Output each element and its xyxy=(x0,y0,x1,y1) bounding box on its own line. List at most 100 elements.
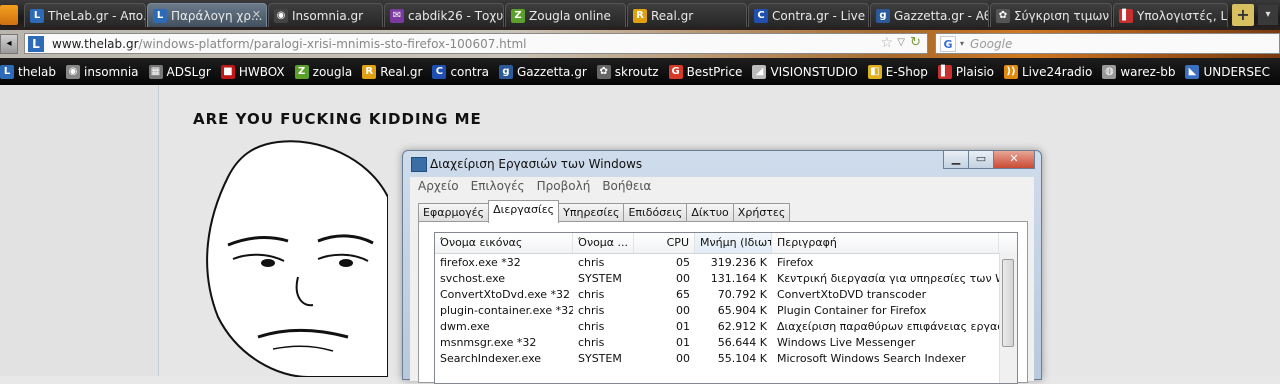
tab-3[interactable]: ◉Insomnia.gr xyxy=(268,3,383,27)
bookmark-label: contra xyxy=(450,65,489,79)
skroutz-icon: ✿ xyxy=(996,9,1010,23)
tab-7[interactable]: CContra.gr - Live ... xyxy=(748,3,869,27)
cell-user: chris xyxy=(573,303,634,319)
menu-bar: Αρχείο Επιλογές Προβολή Βοήθεια xyxy=(410,177,1034,195)
dropdown-arrow-icon[interactable]: ▽ xyxy=(897,37,905,48)
search-bar[interactable]: G ▾ Google xyxy=(935,33,1280,54)
address-bar[interactable]: L www.thelab.gr/windows-platform/paralog… xyxy=(24,33,928,54)
tab-5[interactable]: Δίκτυο xyxy=(686,203,733,223)
bookmark-16[interactable]: ◣UNDERSEC xyxy=(1185,65,1270,79)
thelab-icon: L xyxy=(30,9,44,23)
cell-cpu: 01 xyxy=(634,335,695,351)
process-row[interactable]: msnmsgr.exe *32chris0156.644 KWindows Li… xyxy=(435,335,1017,351)
bookmark-4[interactable]: ■HWBOX xyxy=(221,65,285,79)
process-row[interactable]: svchost.exeSYSTEM00131.164 KΚεντρική διε… xyxy=(435,271,1017,287)
menu-item-1[interactable]: Αρχείο xyxy=(418,179,459,193)
cell-cpu: 01 xyxy=(634,319,695,335)
insomnia-icon: ◉ xyxy=(274,9,288,23)
tab-label: Gazzetta.gr - Αθλ... xyxy=(894,9,989,23)
bookmark-10[interactable]: GBestPrice xyxy=(669,65,743,79)
window-client-area: ΕφαρμογέςΔιεργασίεςΥπηρεσίεςΕπιδόσειςΔίκ… xyxy=(410,195,1034,381)
bookmark-15[interactable]: ◍warez-bb xyxy=(1102,65,1175,79)
tab-list-button[interactable]: ▾ xyxy=(1258,5,1278,25)
tab-6[interactable]: Χρήστες xyxy=(733,203,791,223)
menu-item-2[interactable]: Επιλογές xyxy=(471,179,525,193)
reload-icon[interactable]: ↻ xyxy=(910,35,921,50)
bookmark-12[interactable]: ◧E-Shop xyxy=(868,65,928,79)
mail-icon: ✉ xyxy=(390,9,404,23)
cell-memory: 56.644 K xyxy=(695,335,772,351)
search-engine-dropdown-icon[interactable]: ▾ xyxy=(960,39,964,48)
process-row[interactable]: SearchIndexer.exeSYSTEM0055.104 KMicroso… xyxy=(435,351,1017,367)
tab-8[interactable]: gGazzetta.gr - Αθλ... xyxy=(870,3,989,27)
processes-panel: Όνομα εικόναςΌνομα ...CPUΜνήμη (Ιδιωτ...… xyxy=(418,221,1028,383)
bookmark-2[interactable]: ◉insomnia xyxy=(66,65,139,79)
bookmark-star-icon[interactable]: ☆ xyxy=(880,35,893,51)
tab-1[interactable]: LTheLab.gr - Απο... xyxy=(24,3,146,27)
bookmark-9[interactable]: ✿skroutz xyxy=(597,65,659,79)
process-row[interactable]: plugin-container.exe *32chris0065.904 KP… xyxy=(435,303,1017,319)
bookmark-6[interactable]: RReal.gr xyxy=(362,65,422,79)
tab-6[interactable]: RReal.gr xyxy=(627,3,747,27)
bookmark-label: Real.gr xyxy=(380,65,422,79)
tab-label: Υπολογιστές, La... xyxy=(1137,9,1228,23)
cell-image: SearchIndexer.exe xyxy=(435,351,573,367)
close-button[interactable]: ✕ xyxy=(993,151,1035,169)
bookmark-1[interactable]: Lthelab xyxy=(0,65,56,79)
tab-2[interactable]: Διεργασίες xyxy=(488,200,559,223)
adsl-icon: ▦ xyxy=(149,65,163,79)
process-row[interactable]: ConvertXtoDvd.exe *32chris6570.792 KConv… xyxy=(435,287,1017,303)
bookmark-11[interactable]: ◢VISIONSTUDIO xyxy=(752,65,857,79)
process-row[interactable]: firefox.exe *32chris05319.236 KFirefox xyxy=(435,255,1017,271)
google-icon[interactable]: G xyxy=(940,36,956,52)
hwbox-icon: ■ xyxy=(221,65,235,79)
tab-1[interactable]: Εφαρμογές xyxy=(418,203,489,223)
thelab-icon: L xyxy=(0,65,14,79)
cell-description: Plugin Container for Firefox xyxy=(772,303,999,319)
column-header-3[interactable]: CPU xyxy=(634,233,695,253)
tab-scroll-left-button[interactable] xyxy=(0,5,18,25)
tab-3[interactable]: Υπηρεσίες xyxy=(558,203,624,223)
tab-strip: LTheLab.gr - Απο...LΠαράλογη χρ...✕◉Inso… xyxy=(0,0,1280,30)
scrollbar-thumb[interactable] xyxy=(1002,259,1014,347)
bookmark-3[interactable]: ▦ADSLgr xyxy=(149,65,211,79)
column-header-2[interactable]: Όνομα ... xyxy=(573,233,634,253)
column-header-5[interactable]: Περιγραφή xyxy=(772,233,999,253)
minimize-button[interactable]: ▁ xyxy=(943,151,969,169)
cell-user: chris xyxy=(573,255,634,271)
bookmark-7[interactable]: Ccontra xyxy=(432,65,489,79)
column-header-4[interactable]: Μνήμη (Ιδιωτ... xyxy=(695,233,772,253)
back-button[interactable]: ◂ xyxy=(0,34,18,54)
tab-5[interactable]: ZZougla online xyxy=(505,3,626,27)
new-tab-button[interactable]: + xyxy=(1232,4,1254,26)
url-path: /windows-platform/paralogi-xrisi-mnimis-… xyxy=(139,37,527,51)
bookmark-14[interactable]: ))Live24radio xyxy=(1004,65,1092,79)
tab-9[interactable]: ✿Σύγκριση τιμων ... xyxy=(990,3,1112,27)
bookmark-label: VISIONSTUDIO xyxy=(770,65,857,79)
menu-item-3[interactable]: Προβολή xyxy=(537,179,591,193)
cell-description: ConvertXtoDVD transcoder xyxy=(772,287,999,303)
tab-4[interactable]: ✉cabdik26 - Τοχυ... xyxy=(384,3,504,27)
cell-user: SYSTEM xyxy=(573,351,634,367)
vertical-scrollbar[interactable] xyxy=(999,253,1017,383)
tab-4[interactable]: Επιδόσεις xyxy=(623,203,687,223)
page-left-column xyxy=(0,85,159,376)
maximize-button[interactable]: ▭ xyxy=(968,151,994,169)
plaisio-icon: ▌ xyxy=(1119,9,1133,23)
process-list[interactable]: Όνομα εικόναςΌνομα ...CPUΜνήμη (Ιδιωτ...… xyxy=(434,232,1018,384)
bookmark-13[interactable]: ▌Plaisio xyxy=(938,65,994,79)
tab-2[interactable]: LΠαράλογη χρ...✕ xyxy=(147,3,267,27)
menu-item-4[interactable]: Βοήθεια xyxy=(602,179,651,193)
bookmark-5[interactable]: Zzougla xyxy=(295,65,353,79)
process-row[interactable]: dwm.exechris0162.912 KΔιαχείριση παραθύρ… xyxy=(435,319,1017,335)
tab-close-icon[interactable]: ✕ xyxy=(252,8,261,21)
bookmark-8[interactable]: gGazzetta.gr xyxy=(499,65,587,79)
tab-label: Contra.gr - Live ... xyxy=(772,9,869,23)
column-header-1[interactable]: Όνομα εικόνας xyxy=(435,233,573,253)
bookmark-label: UNDERSEC xyxy=(1203,65,1270,79)
eshop-icon: ◧ xyxy=(868,65,882,79)
warez-icon: ◍ xyxy=(1102,65,1116,79)
tab-10[interactable]: ▌ Υπολογιστές, La... xyxy=(1113,3,1228,27)
search-input[interactable]: Google xyxy=(970,37,1012,51)
site-favicon: L xyxy=(28,36,44,52)
